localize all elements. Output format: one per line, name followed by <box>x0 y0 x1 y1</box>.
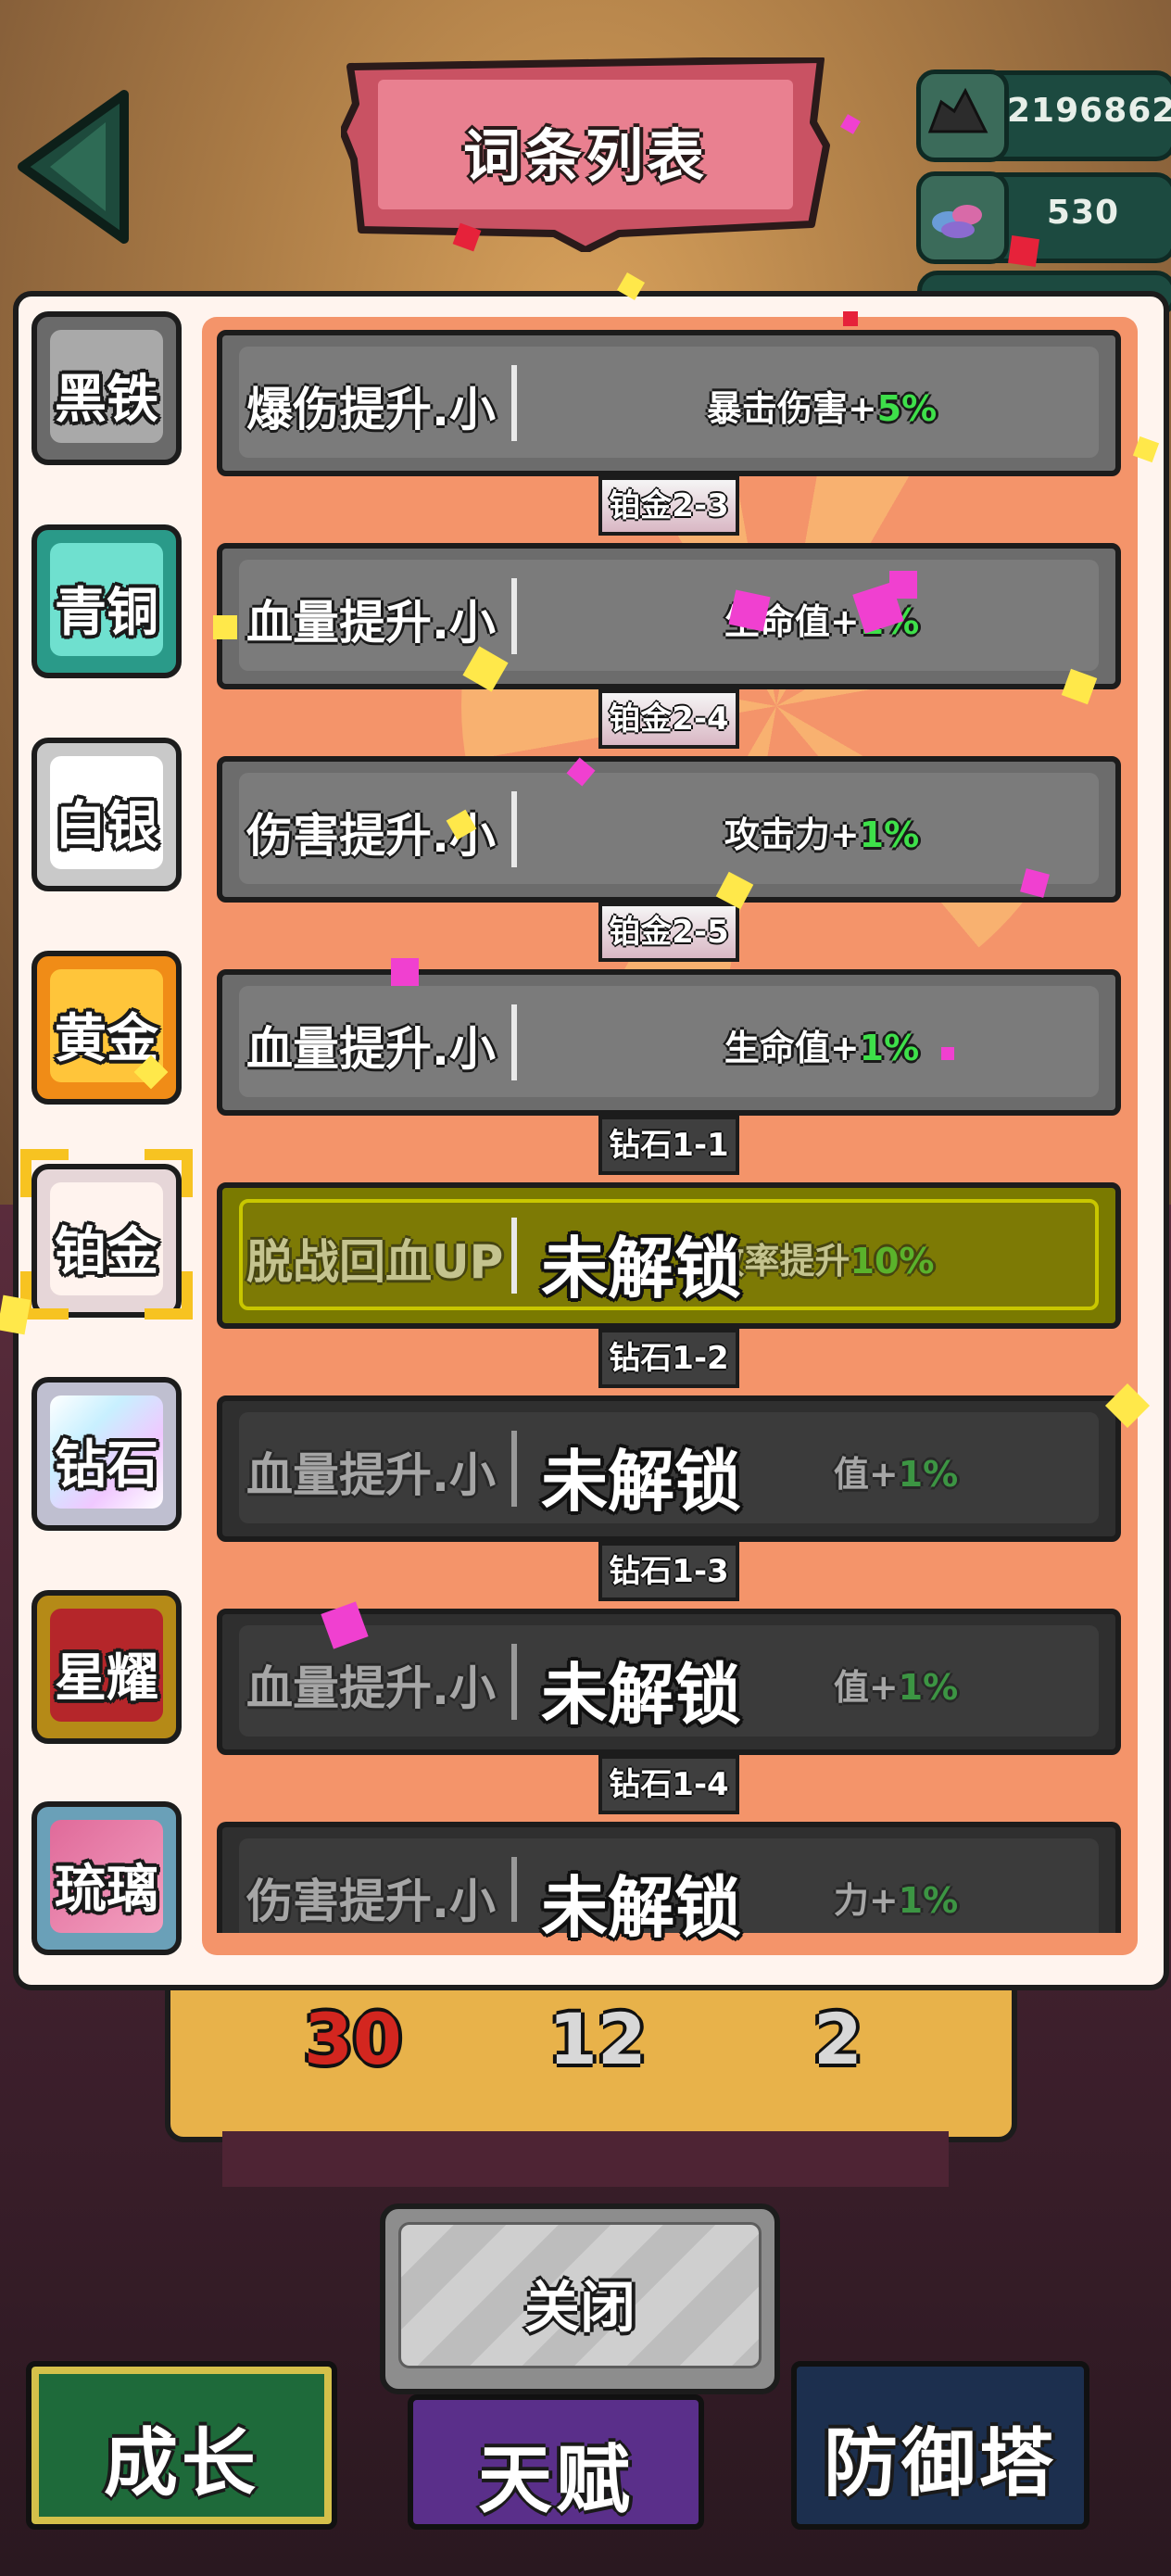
tier-label: 琉璃 <box>55 1860 158 1920</box>
affix-effect-label: 暴击伤害+ <box>706 388 877 429</box>
affix-row[interactable]: 爆伤提升.小 暴击伤害+5% <box>217 330 1121 476</box>
shadow-bar <box>222 2131 949 2187</box>
locked-label: 未解锁 <box>540 1656 741 1734</box>
affix-effect: 生命值+1% <box>528 593 1115 644</box>
affix-name: 血量提升.小 <box>246 1022 496 1076</box>
confetti-piece <box>843 311 858 326</box>
gem-pile-icon <box>916 171 1009 264</box>
affix-effect-label: 生命值+ <box>724 1028 860 1068</box>
close-button-label: 关闭 <box>524 2276 636 2341</box>
tab-growth-label: 成长 <box>104 2420 259 2507</box>
close-button[interactable]: 关闭 <box>380 2203 780 2394</box>
page-title: 词条列表 <box>462 122 708 190</box>
coal-count: 2196862 <box>1007 92 1171 130</box>
affix-name: 血量提升.小 <box>246 596 496 650</box>
gem-count: 530 <box>1046 194 1120 232</box>
locked-label: 未解锁 <box>540 1230 741 1307</box>
locked-label: 未解锁 <box>540 1443 741 1521</box>
confetti-piece <box>213 615 237 639</box>
affix-row-next[interactable]: 脱战回血UP 效率提升10% 未解锁 <box>217 1182 1121 1329</box>
count-secondary: 12 <box>548 1998 647 2080</box>
tier-label: 钻石 <box>55 1435 158 1496</box>
back-arrow-icon[interactable] <box>13 85 133 248</box>
affix-effect: 暴击伤害+5% <box>528 380 1115 431</box>
background-summary-card: 30 12 2 <box>165 1964 1017 2142</box>
affix-effect-percent: 1% <box>859 1028 920 1068</box>
affix-name: 爆伤提升.小 <box>246 383 496 436</box>
confetti-piece <box>728 589 771 632</box>
tier-label: 白银 <box>55 796 158 856</box>
affix-divider <box>511 578 517 654</box>
affix-row-locked[interactable]: 伤害提升.小 力+1% 未解锁 <box>217 1822 1121 1947</box>
tier-tab-gold[interactable]: 黄金 <box>31 951 182 1105</box>
confetti-piece <box>391 958 419 986</box>
tab-talent[interactable]: 天赋 <box>408 2394 704 2530</box>
affix-divider <box>511 791 517 867</box>
tier-tab-bronze[interactable]: 青铜 <box>31 524 182 678</box>
tier-tab-diamond[interactable]: 钻石 <box>31 1377 182 1531</box>
tab-growth[interactable]: 成长 <box>26 2361 337 2530</box>
tier-tab-iron[interactable]: 黑铁 <box>31 311 182 465</box>
affix-effect: 攻击力+1% <box>528 806 1115 857</box>
confetti-piece <box>941 1047 954 1060</box>
count-primary: 30 <box>304 1998 402 2080</box>
level-tag: 钻石1-3 <box>598 1542 739 1601</box>
tier-label: 青铜 <box>55 583 158 643</box>
level-tag: 钻石1-4 <box>598 1755 739 1814</box>
coal-pile-icon <box>916 69 1009 162</box>
tier-label: 星耀 <box>55 1648 158 1709</box>
tier-tab-glaze[interactable]: 琉璃 <box>31 1801 182 1955</box>
tab-defense-tower[interactable]: 防御塔 <box>791 2361 1089 2530</box>
tier-label: 黑铁 <box>55 370 158 430</box>
affix-effect-percent: 1% <box>859 814 920 855</box>
tier-tab-star[interactable]: 星耀 <box>31 1590 182 1744</box>
affix-divider <box>511 365 517 441</box>
tab-defense-tower-label: 防御塔 <box>824 2420 1057 2507</box>
selection-bracket-tl <box>20 1149 69 1197</box>
level-tag: 钻石1-1 <box>598 1116 739 1175</box>
confetti-piece <box>889 571 917 599</box>
level-tag: 铂金2-4 <box>598 689 739 749</box>
resource-coal: 2196862 <box>916 69 1171 162</box>
level-tag: 钻石1-2 <box>598 1329 739 1388</box>
confetti-piece <box>1008 235 1039 267</box>
affix-effect-percent: 5% <box>876 388 938 429</box>
selection-bracket-br <box>145 1271 193 1320</box>
affix-row[interactable]: 伤害提升.小 攻击力+1% <box>217 756 1121 903</box>
resource-gems: 530 <box>916 171 1171 264</box>
locked-label: 未解锁 <box>540 1869 741 1947</box>
affix-effect-label: 攻击力+ <box>724 814 860 855</box>
light-burst <box>461 391 1091 1021</box>
affix-effect: 生命值+1% <box>528 1019 1115 1070</box>
level-tag: 铂金2-5 <box>598 903 739 962</box>
affix-row[interactable]: 血量提升.小 生命值+1% <box>217 969 1121 1116</box>
selection-bracket-tr <box>145 1149 193 1197</box>
affix-row[interactable]: 血量提升.小 生命值+1% <box>217 543 1121 689</box>
tier-tab-silver[interactable]: 白银 <box>31 738 182 891</box>
affix-row-locked[interactable]: 血量提升.小 值+1% 未解锁 <box>217 1395 1121 1542</box>
affix-divider <box>511 1004 517 1080</box>
level-tag: 铂金2-3 <box>598 476 739 536</box>
count-tertiary: 2 <box>813 1998 863 2080</box>
tab-talent-label: 天赋 <box>478 2437 634 2523</box>
